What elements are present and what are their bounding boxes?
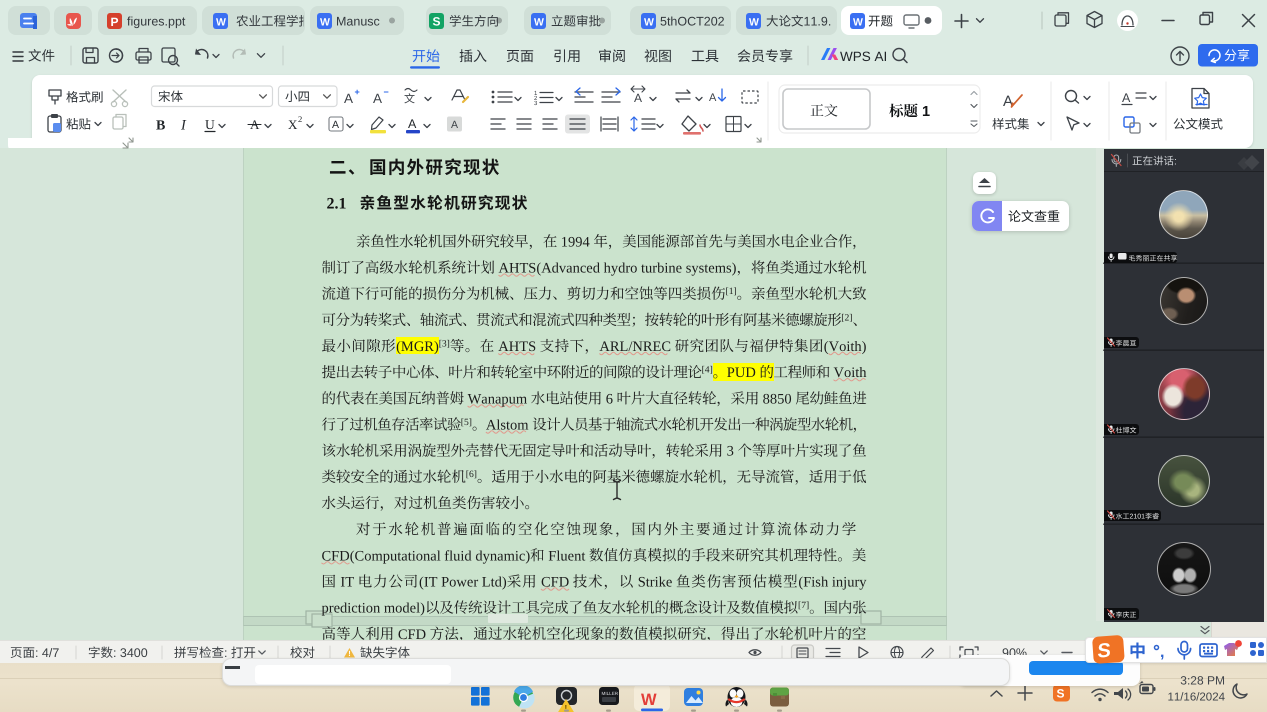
- svg-text:W: W: [641, 691, 657, 709]
- svg-text:S: S: [1057, 687, 1065, 701]
- svg-text:11/16/2024: 11/16/2024: [1167, 692, 1225, 704]
- svg-text:!: !: [348, 649, 351, 658]
- svg-text:3:28 PM: 3:28 PM: [1180, 674, 1225, 688]
- svg-text:MILLER: MILLER: [602, 691, 619, 696]
